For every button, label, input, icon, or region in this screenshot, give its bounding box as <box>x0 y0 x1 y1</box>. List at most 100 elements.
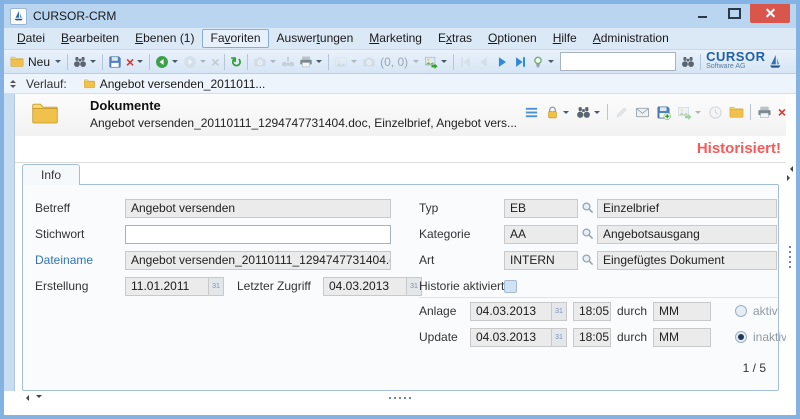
stichwort-input[interactable] <box>125 225 391 244</box>
toolbar-separator <box>328 54 329 70</box>
toolbar-separator <box>700 54 701 70</box>
quick-search-input[interactable] <box>560 52 676 71</box>
verlauf-bar: Verlauf: Angebot versenden_2011011... <box>4 74 796 94</box>
anlage-user-field: MM <box>653 302 711 321</box>
menu-item-favoriten[interactable]: Favoriten <box>202 29 268 48</box>
clock-icon <box>708 105 723 120</box>
mail-button[interactable] <box>632 102 653 122</box>
logo-subtext: Software AG <box>706 62 765 72</box>
lamp-icon <box>531 55 545 69</box>
update-datefield: 04.03.2013 31 <box>470 328 567 347</box>
tab-info[interactable]: Info <box>22 164 80 185</box>
calendar-button[interactable]: 31 <box>552 302 567 321</box>
anlage-durch-label: durch <box>617 302 647 321</box>
status-row: Historisiert! <box>15 136 793 163</box>
save-button[interactable] <box>106 52 124 72</box>
refresh-button[interactable]: ↻ <box>228 52 244 72</box>
pencil-icon <box>614 105 629 120</box>
printer-icon <box>299 55 313 69</box>
menu-item-hilfe[interactable]: Hilfe <box>545 29 585 48</box>
folder-icon <box>729 105 744 120</box>
delete-button[interactable]: × <box>124 52 146 72</box>
calendar-button[interactable]: 31 <box>552 328 567 347</box>
horizontal-splitter-handle[interactable] <box>389 397 411 399</box>
erstellung-datefield: 11.01.2011 31 <box>125 277 224 296</box>
back-button[interactable] <box>153 52 181 72</box>
lamp-button[interactable] <box>529 52 557 72</box>
record-header: Dokumente Angebot versenden_20110111_129… <box>15 94 793 136</box>
left-collapsed-panel[interactable] <box>4 94 15 391</box>
dropdown-arrow-icon <box>548 60 554 66</box>
nav-next-button[interactable] <box>493 52 511 72</box>
window-controls <box>686 4 790 28</box>
menu-item-administration[interactable]: Administration <box>585 29 677 48</box>
minimize-button[interactable] <box>686 4 718 23</box>
binoculars-icon <box>681 55 695 69</box>
record-toolbar: × <box>521 102 789 122</box>
envelope-icon <box>635 105 650 120</box>
menu-item-optionen[interactable]: Optionen <box>480 29 545 48</box>
menu-item-extras[interactable]: Extras <box>430 29 480 48</box>
list-view-button[interactable] <box>521 102 542 122</box>
nav-first-icon <box>459 55 473 69</box>
menu-item-ebenen-1[interactable]: Ebenen (1) <box>127 29 202 48</box>
main-toolbar: Neu××↻(0, 0)CURSORSoftware AG <box>4 50 796 74</box>
menubar: DateiBearbeitenEbenen (1)FavoritenAuswer… <box>4 28 796 50</box>
toolbar-button-label: Neu <box>26 55 52 69</box>
maximize-button[interactable] <box>718 4 750 23</box>
collapse-handles[interactable] <box>23 395 42 401</box>
toolbar-separator <box>67 54 68 70</box>
search-button[interactable] <box>71 52 99 72</box>
dropdown-arrow-icon <box>594 111 600 117</box>
history-button <box>705 102 726 122</box>
anlage-date: 04.03.2013 <box>470 302 552 321</box>
historie-label: Historie aktiviert <box>419 277 504 296</box>
dokumente-folder-icon <box>29 100 61 128</box>
calendar-button[interactable]: 31 <box>209 277 224 296</box>
delete-x-icon: × <box>126 55 134 69</box>
dropdown-arrow-icon <box>55 60 61 66</box>
typ-lookup-button[interactable] <box>581 201 595 215</box>
stichwort-label: Stichwort <box>35 225 84 244</box>
record-search-button[interactable] <box>573 102 604 122</box>
save-as-new-button[interactable] <box>653 102 674 122</box>
dropdown-arrow-icon <box>695 111 701 117</box>
menu-item-auswertungen[interactable]: Auswertungen <box>269 29 362 48</box>
kategorie-lookup-button[interactable] <box>581 227 595 241</box>
nav-last-button[interactable] <box>511 52 529 72</box>
lock-button[interactable] <box>542 102 573 122</box>
art-lookup-button[interactable] <box>581 253 595 267</box>
menu-item-marketing[interactable]: Marketing <box>361 29 430 48</box>
radio-aktiv <box>735 305 747 317</box>
vertical-splitter-handle[interactable] <box>789 246 791 268</box>
print-button[interactable] <box>297 52 325 72</box>
menu-item-bearbeiten[interactable]: Bearbeiten <box>53 29 127 48</box>
record-print-button[interactable] <box>754 102 775 122</box>
dropdown-arrow-icon <box>316 60 322 66</box>
titlebar: CURSOR-CRM <box>4 4 796 28</box>
neu-button[interactable]: Neu <box>8 52 64 72</box>
search-go-button[interactable] <box>679 52 697 72</box>
art-desc-field: Eingefügtes Dokument <box>597 251 777 270</box>
dateiname-link[interactable]: Dateiname <box>35 251 93 270</box>
betreff-field: Angebot versenden <box>125 199 391 218</box>
circle-left-icon <box>155 55 169 69</box>
close-button[interactable] <box>750 4 790 23</box>
record-pager: 1 / 5 <box>743 361 766 375</box>
menu-item-datei[interactable]: Datei <box>9 29 53 48</box>
splitter-handle-icon[interactable] <box>10 77 16 91</box>
right-splitter <box>786 94 796 391</box>
right-collapse-handles[interactable] <box>787 166 793 181</box>
window-title: CURSOR-CRM <box>33 9 116 23</box>
record-subtitle: Angebot versenden_20110111_1294747731404… <box>90 116 517 130</box>
dropdown-arrow-icon <box>270 60 276 66</box>
dropdown-arrow-icon <box>200 60 206 66</box>
toolbar-separator <box>247 54 248 70</box>
cancel-x-icon: × <box>211 55 219 69</box>
verlauf-item[interactable]: Angebot versenden_2011011... <box>83 77 266 91</box>
open-document-button[interactable] <box>726 102 747 122</box>
bottom-splitter-row <box>15 391 793 418</box>
export-button[interactable] <box>422 52 450 72</box>
dropdown-arrow-icon <box>351 60 357 66</box>
verlauf-item-label: Angebot versenden_2011011... <box>100 77 266 91</box>
